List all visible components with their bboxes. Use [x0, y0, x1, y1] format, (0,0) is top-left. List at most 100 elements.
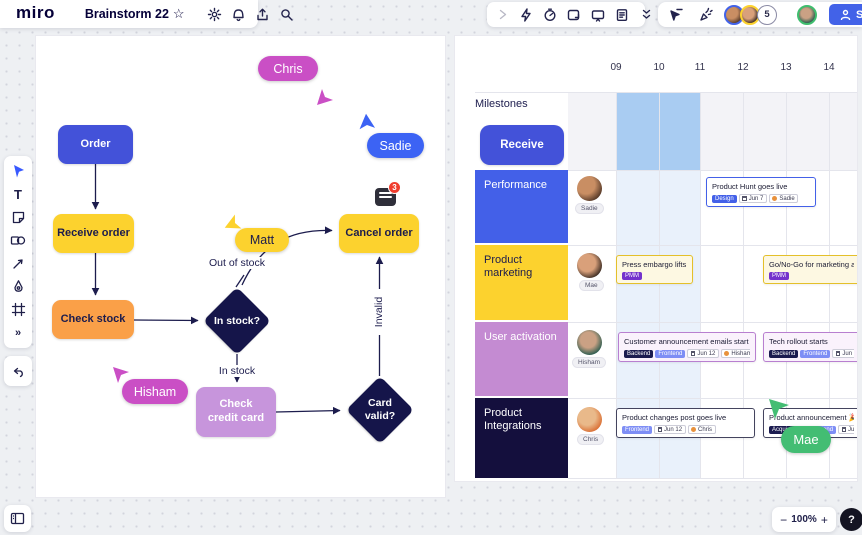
- frames-panel-button[interactable]: [4, 505, 31, 532]
- tag-badge: Design: [712, 195, 737, 203]
- flow-node-check-credit-card[interactable]: Check credit card: [196, 387, 276, 437]
- column-tick: 09: [603, 62, 629, 73]
- matt-cursor-label: Matt: [235, 228, 289, 252]
- tag-badge: Frontend: [622, 426, 652, 434]
- help-button[interactable]: ?: [840, 508, 862, 531]
- flow-node-order[interactable]: Order: [58, 125, 133, 164]
- share-button[interactable]: Share: [829, 4, 862, 25]
- zoom-controls: − 100% +: [772, 507, 836, 532]
- collaborator-overflow-count[interactable]: 5: [757, 5, 777, 25]
- edge-label-out-of-stock[interactable]: Out of stock: [188, 257, 286, 269]
- timeline-frame[interactable]: 09 10 11 12 13 14 Milestones Receive Per…: [455, 36, 857, 481]
- gridline: [568, 170, 857, 171]
- card-tech-rollout[interactable]: Tech rollout starts Backend Frontend Jun…: [763, 332, 857, 362]
- undo-icon[interactable]: [5, 359, 31, 383]
- date-chip: Jun 12: [654, 425, 686, 434]
- favorite-star-icon[interactable]: ☆: [173, 6, 191, 22]
- quick-actions-lightning-icon[interactable]: [514, 3, 538, 27]
- collapse-toolbar-icon[interactable]: [634, 3, 658, 27]
- export-share-icon[interactable]: [251, 2, 275, 26]
- expand-chevron-icon[interactable]: [490, 3, 514, 27]
- avatar-hisham[interactable]: [577, 330, 602, 355]
- calendar-icon: [691, 351, 696, 356]
- milestones-grid-band: [568, 92, 857, 170]
- column-tick: 11: [687, 62, 713, 73]
- flowchart-frame[interactable]: Order Receive order Check stock Cancel o…: [36, 36, 445, 497]
- sticky-note-tool[interactable]: [5, 206, 31, 229]
- gridline: [568, 398, 857, 399]
- avatar-stack[interactable]: 5: [724, 5, 777, 25]
- tag-badge: PMM: [769, 272, 789, 280]
- avatar-name-chip: Sadie: [575, 203, 604, 214]
- avatar-name-chip: Chris: [577, 434, 604, 445]
- board-title[interactable]: Brainstorm 22: [77, 7, 173, 21]
- card-press-embargo[interactable]: Press embargo lifts 🚀 PMM: [616, 255, 693, 284]
- calendar-icon: [658, 427, 663, 432]
- settings-gear-icon[interactable]: [203, 2, 227, 26]
- more-tools[interactable]: »: [5, 321, 31, 344]
- tag-badge: PMM: [622, 272, 642, 280]
- calendar-icon: [742, 196, 747, 201]
- board-tools-bar: [487, 2, 645, 27]
- calendar-icon: [836, 351, 841, 356]
- notes-icon[interactable]: [610, 3, 634, 27]
- connector-tool[interactable]: [5, 252, 31, 275]
- undo-panel: [4, 356, 32, 386]
- timer-icon[interactable]: [538, 3, 562, 27]
- avatar-dot-icon: [724, 351, 729, 356]
- chris-cursor-label: Chris: [258, 56, 318, 81]
- milestone-receive-button[interactable]: Receive: [480, 125, 564, 165]
- edge-label-in-stock[interactable]: In stock: [206, 365, 268, 377]
- flow-node-cancel-order[interactable]: Cancel order: [339, 214, 419, 253]
- presentation-icon[interactable]: [586, 3, 610, 27]
- edge-label-invalid[interactable]: Invalid: [373, 289, 385, 335]
- current-user-avatar[interactable]: [797, 5, 817, 25]
- row-label-performance[interactable]: Performance: [475, 170, 568, 243]
- avatar-chris[interactable]: [577, 407, 602, 432]
- sadie-cursor-label: Sadie: [367, 133, 424, 158]
- reactions-confetti-icon[interactable]: [694, 3, 718, 27]
- notifications-bell-icon[interactable]: [227, 2, 251, 26]
- zoom-in-button[interactable]: +: [817, 510, 832, 530]
- avatar-mae[interactable]: [577, 253, 602, 278]
- zoom-out-button[interactable]: −: [776, 510, 791, 530]
- card-customer-announcement[interactable]: Customer announcement emails start to go…: [618, 332, 756, 362]
- row-label-product-integrations[interactable]: Product Integrations: [475, 398, 568, 478]
- zoom-level[interactable]: 100%: [791, 514, 817, 525]
- avatar-dot-icon: [772, 196, 777, 201]
- follow-cursor-icon[interactable]: [664, 3, 688, 27]
- select-tool[interactable]: [5, 160, 31, 183]
- comment-count-badge: 3: [388, 181, 401, 194]
- card-product-hunt[interactable]: Product Hunt goes live Design Jun 7 Sadi…: [706, 177, 816, 207]
- date-chip: Jun 7: [739, 194, 767, 203]
- card-product-changes[interactable]: Product changes post goes live Frontend …: [616, 408, 755, 438]
- flow-node-check-stock[interactable]: Check stock: [52, 300, 134, 339]
- text-tool[interactable]: T: [5, 183, 31, 206]
- date-chip: Jun 16: [832, 349, 854, 358]
- milestones-label[interactable]: Milestones: [475, 98, 528, 110]
- miro-logo[interactable]: miro: [4, 3, 65, 25]
- row-label-user-activation[interactable]: User activation: [475, 322, 568, 396]
- avatar-name-chip: Mae: [579, 280, 604, 291]
- chris-cursor-icon: [316, 88, 334, 106]
- avatar-name-chip: Hisham: [572, 357, 606, 368]
- collaboration-bar: 5 Share: [658, 2, 862, 27]
- column-tick: 13: [773, 62, 799, 73]
- tag-badge: Backend: [769, 350, 798, 358]
- flow-node-receive-order[interactable]: Receive order: [53, 214, 134, 253]
- person-chip: Chris: [688, 425, 716, 434]
- avatar-sadie[interactable]: [577, 176, 602, 201]
- card-go-no-go[interactable]: Go/No-Go for marketing activities PMM: [763, 255, 857, 284]
- pen-tool[interactable]: [5, 275, 31, 298]
- mae-cursor-icon: [768, 398, 790, 420]
- export-image-icon[interactable]: [562, 3, 586, 27]
- gridline: [568, 245, 857, 246]
- shapes-tool[interactable]: [5, 229, 31, 252]
- frame-tool[interactable]: [5, 298, 31, 321]
- search-icon[interactable]: [275, 2, 299, 26]
- tag-badge: Frontend: [655, 350, 685, 358]
- row-label-product-marketing[interactable]: Product marketing: [475, 245, 568, 320]
- calendar-icon: [842, 427, 847, 432]
- tag-badge: Frontend: [800, 350, 830, 358]
- miro-board-canvas: Order Receive order Check stock Cancel o…: [0, 0, 862, 535]
